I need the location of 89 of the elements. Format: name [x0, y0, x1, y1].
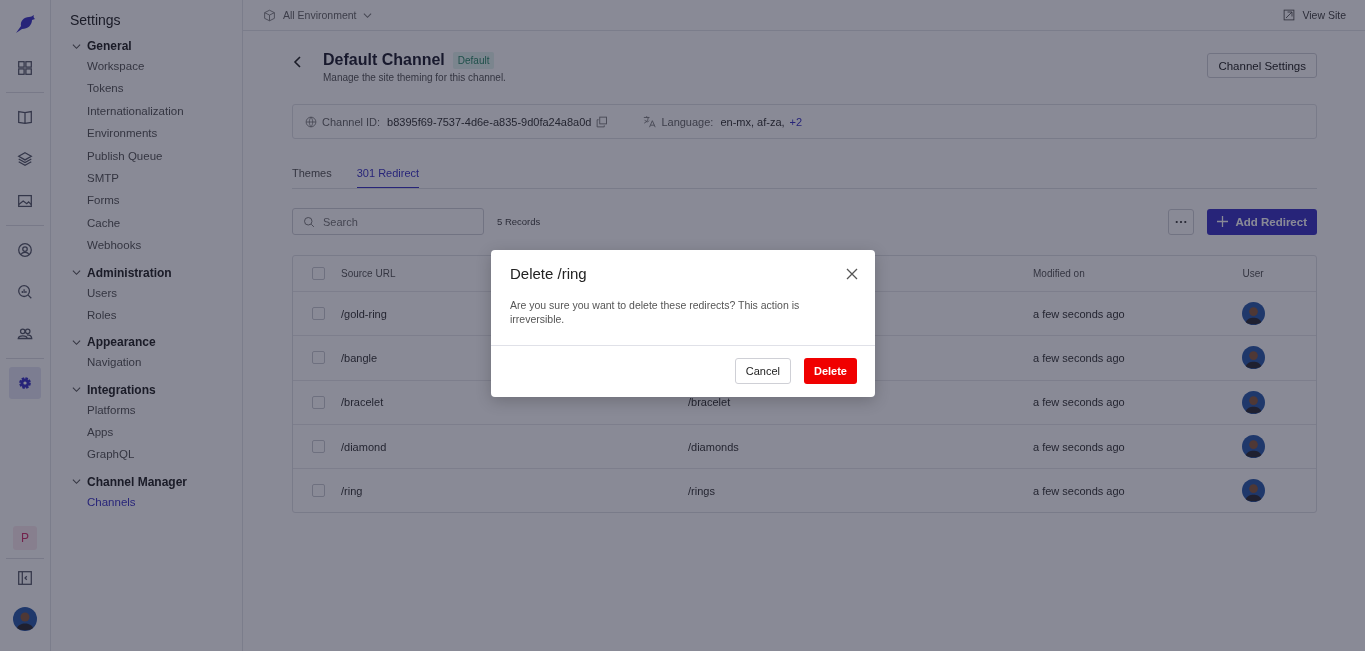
table-cell: /rings	[688, 484, 715, 497]
sidebar-item[interactable]: Publish Queue	[70, 144, 242, 167]
sidebar-item[interactable]: Internationalization	[70, 99, 242, 123]
user-avatar	[1241, 346, 1265, 370]
environment-dropdown[interactable]: All Environment	[283, 9, 372, 21]
table-cell: /gold-ring	[341, 307, 387, 320]
row-checkbox[interactable]	[312, 395, 325, 409]
user-avatar	[1241, 390, 1265, 414]
sidebar-item[interactable]: Webhooks	[70, 234, 242, 257]
user-avatar[interactable]	[13, 607, 37, 631]
search-icon	[303, 216, 315, 228]
chevron-icon	[72, 337, 81, 347]
row-checkbox[interactable]	[312, 307, 325, 321]
select-all-checkbox[interactable]	[312, 267, 325, 280]
view-site-link[interactable]: View Site	[1302, 9, 1346, 21]
workspace-badge[interactable]: P	[13, 526, 37, 550]
table-cell: /bangle	[341, 351, 378, 364]
records-count: 5 Records	[497, 216, 541, 227]
delete-button[interactable]: Delete	[803, 358, 857, 384]
sidebar-item[interactable]: Roles	[70, 303, 242, 327]
column-header: Modified on	[1033, 268, 1085, 279]
table-cell: /ring	[341, 484, 363, 497]
sidebar-item[interactable]: Tokens	[70, 77, 242, 100]
sidebar-collapse-icon[interactable]	[16, 569, 34, 587]
table-cell: /diamonds	[688, 440, 739, 453]
language-label: Language:	[661, 115, 714, 128]
sidebar-title: Settings	[70, 12, 122, 28]
page-title: Default Channel	[323, 51, 445, 69]
row-checkbox[interactable]	[312, 484, 325, 498]
user-avatar	[1241, 479, 1265, 503]
channel-id-label: Channel ID:	[322, 115, 381, 128]
copy-icon[interactable]	[596, 115, 609, 128]
sidebar-item[interactable]: Platforms	[70, 398, 242, 422]
more-languages-link[interactable]: +2	[789, 115, 803, 128]
section-header[interactable]: Appearance	[72, 333, 242, 352]
cancel-button[interactable]: Cancel	[734, 358, 791, 384]
section-header[interactable]: Channel Manager	[72, 472, 242, 491]
gear-icon[interactable]	[9, 367, 41, 399]
section-header[interactable]: General	[72, 37, 242, 55]
chevron-icon	[72, 268, 81, 277]
default-badge: Default	[452, 51, 495, 69]
sidebar-item[interactable]: Workspace	[70, 55, 242, 78]
column-header: Source URL	[341, 268, 396, 279]
table-cell: a few seconds ago	[1033, 396, 1125, 409]
user-avatar	[1241, 435, 1265, 459]
tab[interactable]: 301 Redirect	[356, 163, 420, 188]
sidebar-item[interactable]: Environments	[70, 122, 242, 145]
table-cell: /diamond	[341, 440, 387, 453]
row-checkbox[interactable]	[312, 351, 325, 365]
section-header[interactable]: Integrations	[72, 380, 242, 399]
sidebar-item[interactable]: Forms	[70, 189, 242, 212]
ellipsis-icon	[1175, 219, 1188, 224]
column-header: User	[1242, 268, 1264, 279]
row-checkbox[interactable]	[312, 440, 325, 454]
dialog-title: Delete /ring	[510, 265, 587, 282]
tab[interactable]: Themes	[292, 163, 332, 188]
table-cell: a few seconds ago	[1033, 307, 1125, 320]
chevron-icon	[72, 477, 81, 487]
cube-icon	[263, 8, 276, 22]
sidebar-item[interactable]: Users	[70, 281, 242, 304]
user-avatar	[1241, 302, 1265, 326]
bird-logo[interactable]	[13, 12, 37, 36]
sidebar-item[interactable]: GraphQL	[70, 443, 242, 466]
chevron-icon	[72, 385, 81, 395]
sidebar-item[interactable]: SMTP	[70, 166, 242, 190]
close-icon[interactable]	[846, 267, 858, 280]
chevron-down-icon	[362, 10, 372, 20]
channel-settings-button[interactable]: Channel Settings	[1207, 53, 1317, 78]
language-value: en-mx, af-za,	[720, 115, 785, 128]
channel-id-value: b8395f69-7537-4d6e-a835-9d0fa24a8a0d	[387, 115, 592, 128]
table-cell: a few seconds ago	[1033, 351, 1125, 364]
table-cell: a few seconds ago	[1033, 440, 1125, 453]
translate-icon	[643, 115, 657, 128]
globe-icon	[305, 115, 317, 128]
search-field[interactable]: Search	[292, 208, 484, 235]
sidebar-item[interactable]: Channels	[70, 490, 242, 514]
page-subtitle: Manage the site theming for this channel.	[323, 72, 506, 83]
table-cell: /bracelet	[688, 396, 731, 409]
external-link-icon	[1283, 9, 1296, 21]
dialog-message: Are you sure you want to delete these redirects? This action is irreversible.	[491, 282, 875, 346]
table-cell: a few seconds ago	[1033, 484, 1125, 497]
table-cell: /bracelet	[341, 396, 384, 409]
add-redirect-button[interactable]: Add Redirect	[1207, 208, 1317, 235]
section-header[interactable]: Administration	[72, 263, 242, 282]
sidebar-item[interactable]: Apps	[70, 421, 242, 444]
chevron-icon	[72, 41, 81, 51]
plus-icon	[1217, 216, 1229, 227]
sidebar-item[interactable]: Navigation	[70, 351, 242, 374]
sidebar-item[interactable]: Cache	[70, 211, 242, 235]
